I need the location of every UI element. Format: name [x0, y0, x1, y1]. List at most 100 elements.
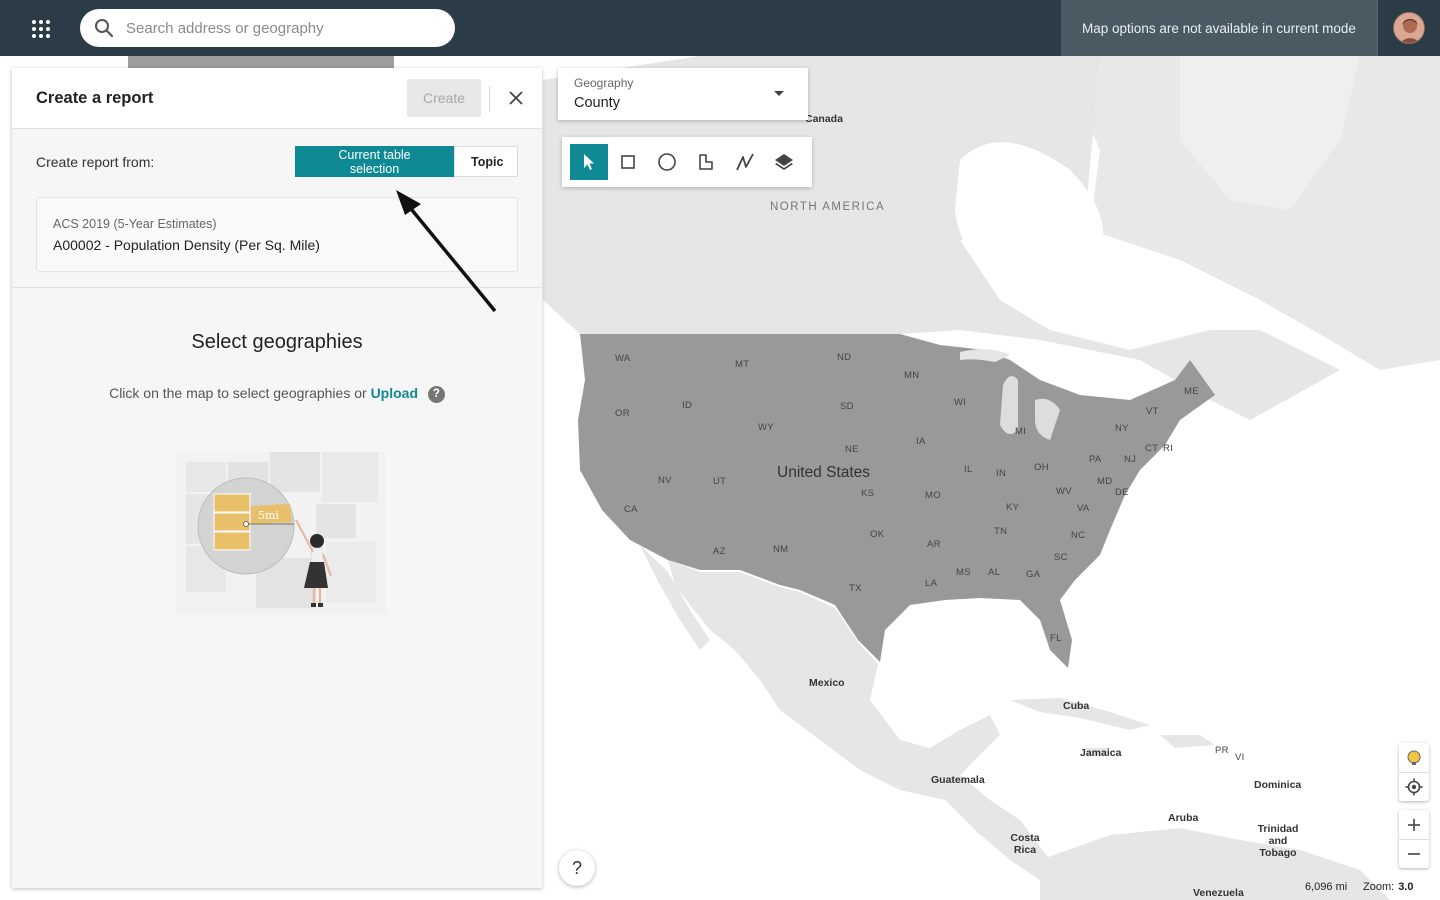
state-label: MN — [904, 370, 920, 381]
country-label: Aruba — [1168, 812, 1199, 824]
polygon-icon — [699, 154, 713, 170]
state-label: TX — [849, 583, 862, 594]
territory-label: VI — [1235, 752, 1245, 763]
state-label: ND — [837, 352, 852, 363]
state-label: DE — [1115, 487, 1129, 498]
search-input[interactable] — [126, 19, 426, 37]
layers-tool[interactable] — [765, 144, 803, 180]
geography-label: Geography — [574, 76, 634, 90]
layers-icon — [775, 154, 793, 170]
line-tool[interactable] — [726, 144, 764, 180]
country-label: Guatemala — [931, 774, 985, 786]
line-icon — [736, 153, 754, 171]
panel-title: Create a report — [36, 89, 154, 107]
state-label: AR — [927, 539, 941, 550]
help-button[interactable]: ? — [559, 850, 595, 886]
map-options-notice: Map options are not available in current… — [1061, 0, 1377, 56]
zoom-controls — [1399, 810, 1429, 868]
map-tools-group — [1399, 743, 1429, 801]
select-geographies-illustration: 5mi — [176, 452, 386, 614]
state-label: WV — [1056, 486, 1072, 497]
lightbulb-icon[interactable] — [1399, 743, 1429, 772]
state-label: CT — [1145, 443, 1159, 454]
state-label: KY — [1006, 502, 1020, 513]
circle-icon — [658, 153, 676, 171]
top-bar: Map options are not available in current… — [0, 0, 1440, 56]
topbar-divider — [1377, 0, 1378, 56]
zoom-value: 3.0 — [1398, 881, 1414, 893]
state-label: AZ — [713, 546, 726, 557]
search-icon — [95, 19, 114, 38]
report-source-toggle: Current table selection Topic — [295, 146, 518, 177]
state-label: PA — [1089, 454, 1102, 465]
select-geographies-title: Select geographies — [191, 331, 363, 353]
state-label: VA — [1077, 503, 1090, 514]
chevron-down-icon — [774, 91, 784, 96]
state-label: MS — [956, 567, 971, 578]
country-label: Costa Rica — [1010, 832, 1040, 856]
hint-text: Click on the map to select geographies o… — [109, 385, 367, 401]
pointer-tool[interactable] — [570, 144, 608, 180]
state-label: WY — [758, 422, 774, 433]
region-label: NORTH AMERICA — [770, 201, 886, 213]
state-label: OK — [870, 529, 885, 540]
state-label: FL — [1050, 633, 1062, 644]
geography-dropdown[interactable]: Geography County — [558, 68, 808, 120]
plus-icon — [1408, 818, 1420, 831]
polygon-tool[interactable] — [687, 144, 725, 180]
selection-toolbar — [562, 137, 812, 187]
state-label: NY — [1115, 423, 1129, 434]
country-label: Mexico — [809, 677, 845, 689]
panel-header: Create a report Create — [12, 68, 542, 129]
state-label: ID — [682, 400, 693, 411]
country-label: Jamaica — [1080, 747, 1122, 759]
rectangle-tool[interactable] — [609, 144, 647, 180]
state-label: WI — [954, 397, 967, 408]
country-label: Trinidad and Tobago — [1257, 823, 1299, 859]
state-label: GA — [1026, 569, 1041, 580]
help-icon[interactable]: ? — [427, 385, 445, 403]
state-label: SC — [1054, 552, 1068, 563]
user-avatar[interactable] — [1393, 12, 1425, 44]
country-label: Cuba — [1063, 700, 1090, 712]
table-source: ACS 2019 (5-Year Estimates) — [53, 217, 217, 231]
state-label: SD — [840, 401, 854, 412]
state-label: LA — [925, 578, 938, 589]
country-label: Dominica — [1254, 779, 1302, 791]
territory-label: PR — [1215, 745, 1229, 756]
state-label: NJ — [1124, 454, 1137, 465]
create-report-panel: Create a report Create Create report fro… — [12, 68, 542, 888]
state-label: IA — [916, 436, 926, 447]
minus-icon — [1408, 853, 1420, 855]
locate-icon[interactable] — [1399, 772, 1429, 801]
report-source-section: Create report from: Current table select… — [12, 129, 542, 288]
apps-grid-icon[interactable] — [26, 14, 54, 42]
state-label: ME — [1184, 386, 1199, 397]
circle-tool[interactable] — [648, 144, 686, 180]
panel-tab-shadow — [128, 56, 394, 68]
country-label: Canada — [805, 113, 843, 125]
select-geographies-hint: Click on the map to select geographies o… — [12, 385, 542, 403]
topic-button[interactable]: Topic — [454, 146, 518, 177]
zoom-out-button[interactable] — [1399, 839, 1429, 868]
state-label: NV — [658, 475, 672, 486]
state-label: OH — [1034, 462, 1049, 473]
state-label: CA — [624, 504, 638, 515]
report-from-label: Create report from: — [36, 154, 155, 170]
current-table-selection-button[interactable]: Current table selection — [295, 146, 454, 177]
zoom-in-button[interactable] — [1399, 810, 1429, 839]
state-label: RI — [1163, 443, 1174, 454]
create-button[interactable]: Create — [407, 79, 481, 117]
rectangle-icon — [621, 155, 635, 169]
state-label: KS — [861, 488, 875, 499]
table-name: A00002 - Population Density (Per Sq. Mil… — [53, 237, 320, 253]
state-label: TN — [994, 526, 1008, 537]
search-box[interactable] — [80, 9, 455, 47]
close-icon[interactable] — [506, 88, 526, 108]
upload-link[interactable]: Upload — [371, 385, 418, 401]
state-label: NC — [1071, 530, 1086, 541]
country-label-us: United States — [777, 464, 871, 481]
map-scale: 6,096 mi — [1305, 881, 1348, 893]
state-label: OR — [615, 408, 630, 419]
state-label: VT — [1146, 406, 1159, 417]
